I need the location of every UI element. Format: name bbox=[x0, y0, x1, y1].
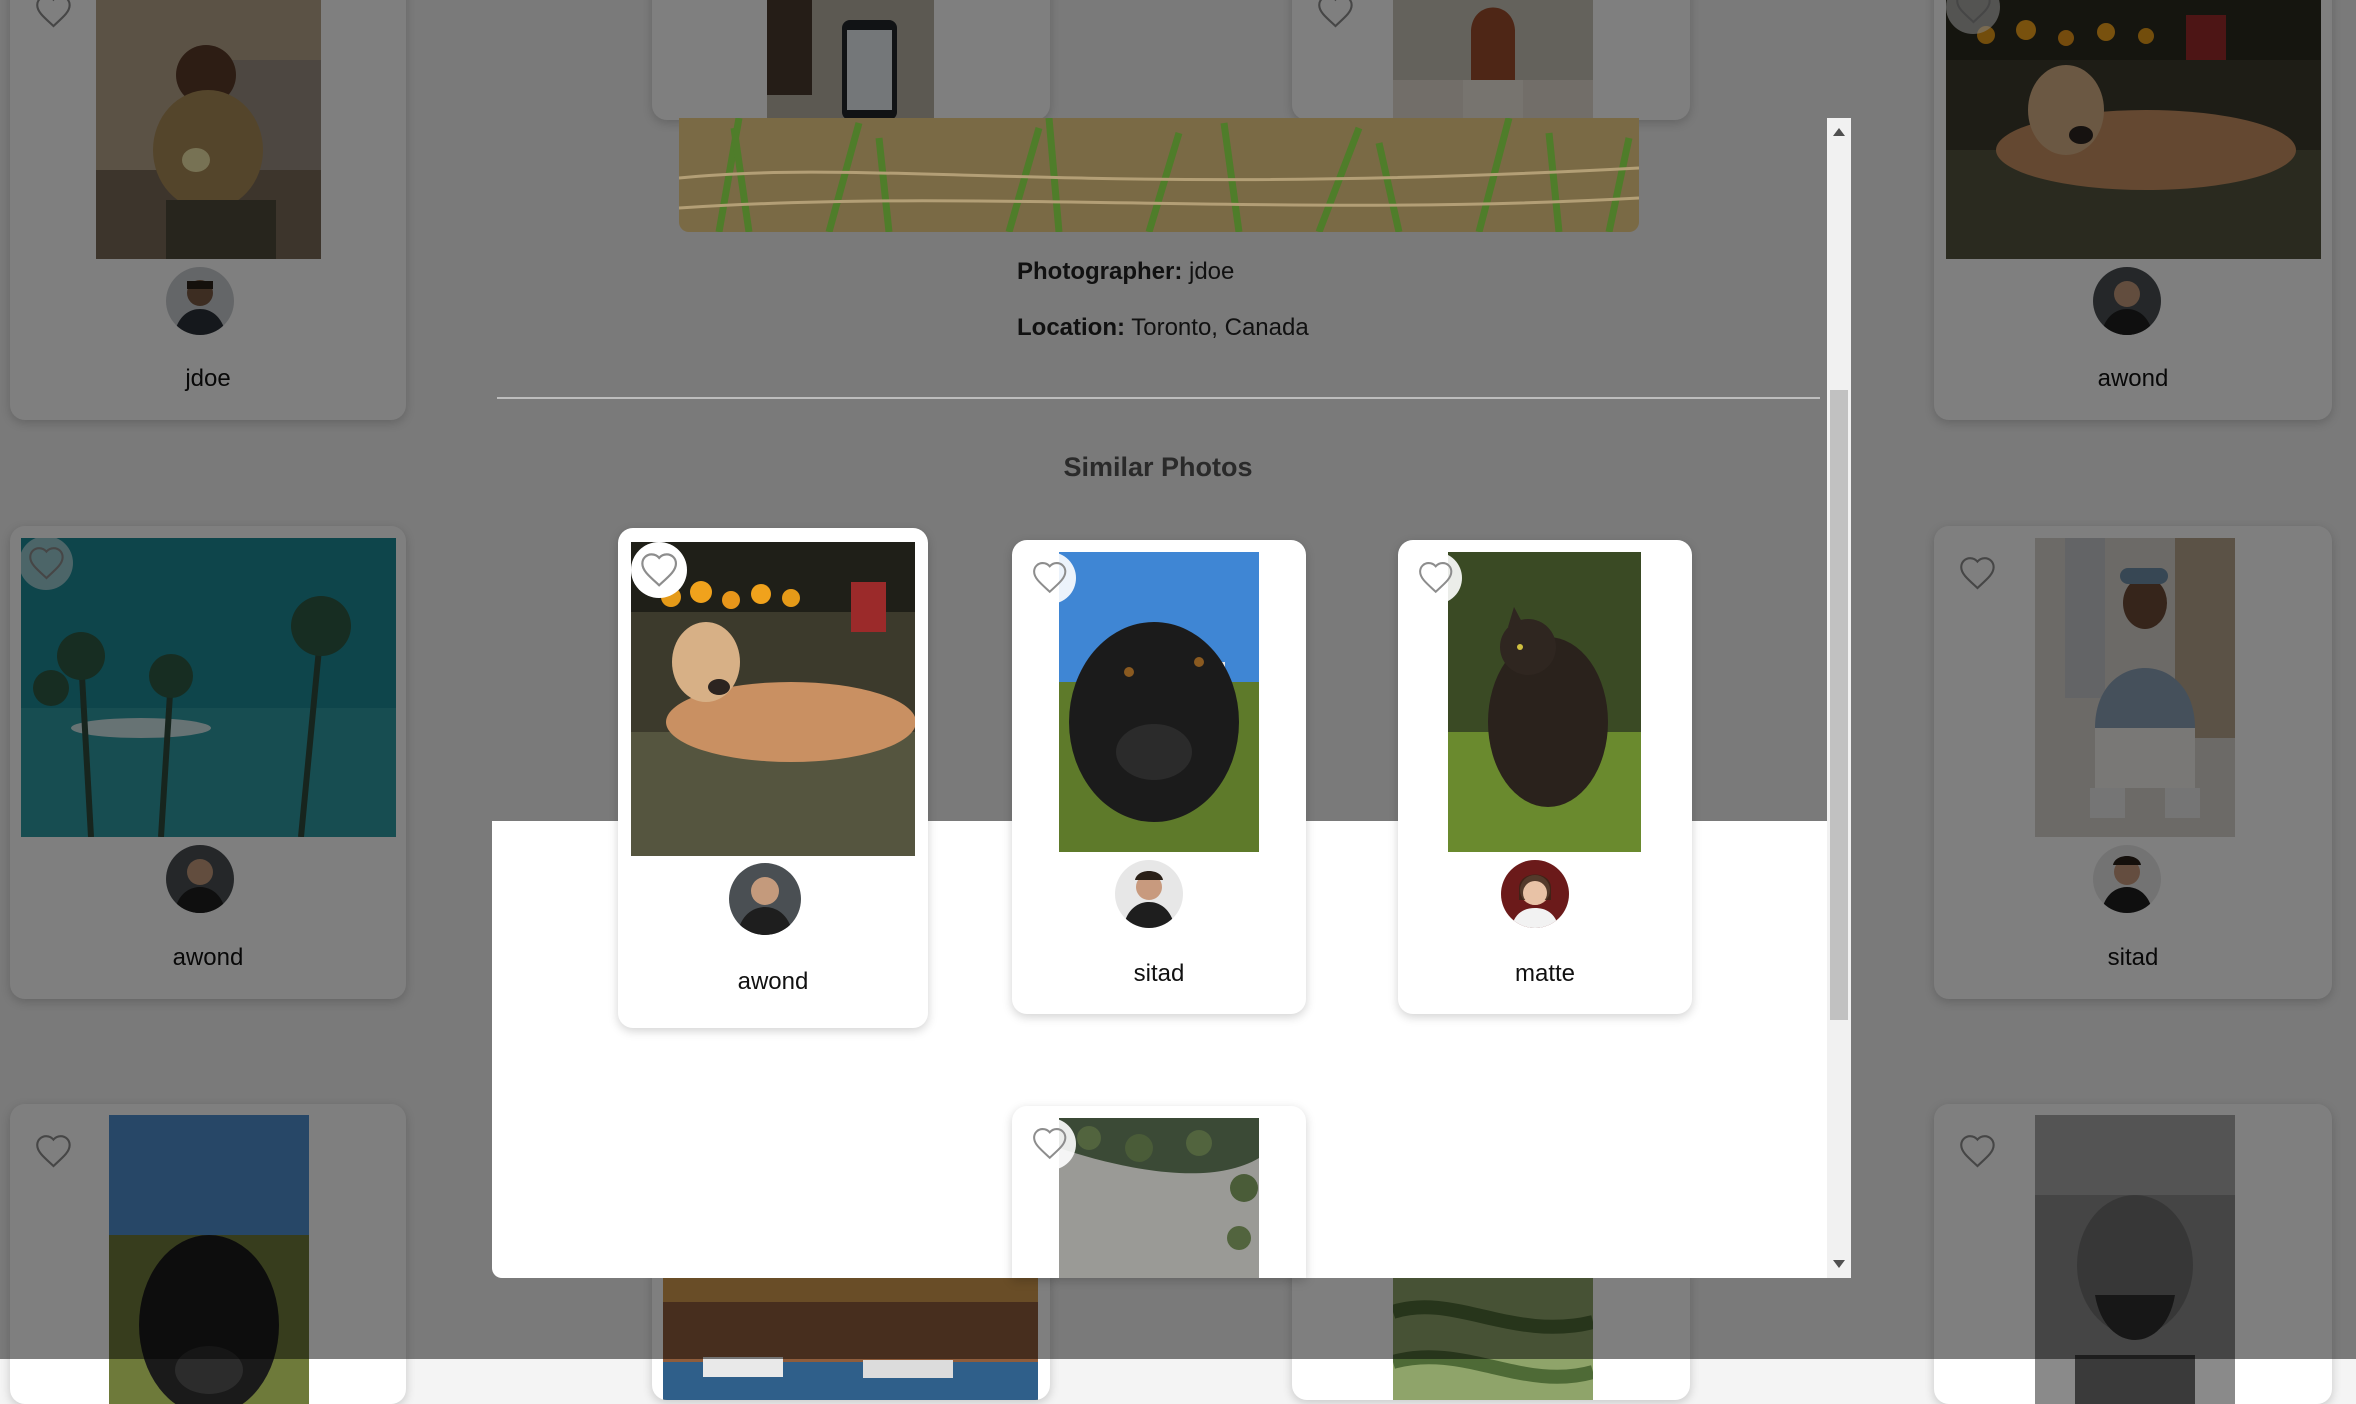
heart-icon[interactable] bbox=[1410, 552, 1462, 604]
card-username[interactable]: sitad bbox=[1012, 960, 1306, 988]
modal-edge bbox=[492, 821, 504, 1191]
card-photo[interactable] bbox=[1059, 1118, 1259, 1278]
modal-scrollbar[interactable] bbox=[1827, 118, 1851, 1278]
similar-photo-card[interactable]: awond bbox=[618, 528, 928, 1028]
avatar[interactable] bbox=[1501, 860, 1569, 928]
similar-photo-card[interactable]: sitad bbox=[1012, 540, 1306, 1014]
card-photo[interactable] bbox=[1059, 552, 1259, 852]
card-photo[interactable] bbox=[1448, 552, 1641, 852]
photographer-value[interactable]: jdoe bbox=[1189, 258, 1234, 285]
scroll-down-arrow-icon[interactable] bbox=[1833, 1260, 1845, 1268]
scroll-thumb[interactable] bbox=[1830, 390, 1848, 1020]
main-photo bbox=[679, 118, 1639, 232]
section-divider bbox=[497, 397, 1820, 399]
avatar[interactable] bbox=[729, 863, 801, 935]
location-info: Location: Toronto, Canada bbox=[1017, 314, 1309, 342]
location-value: Toronto, Canada bbox=[1131, 314, 1309, 341]
card-username[interactable]: matte bbox=[1398, 960, 1692, 988]
similar-photo-card[interactable]: matte bbox=[1398, 540, 1692, 1014]
photographer-label: Photographer: bbox=[1017, 258, 1183, 285]
avatar[interactable] bbox=[1115, 860, 1183, 928]
heart-icon[interactable] bbox=[1024, 1118, 1076, 1170]
scroll-up-arrow-icon[interactable] bbox=[1833, 128, 1845, 136]
heart-icon[interactable] bbox=[631, 542, 687, 598]
photographer-info: Photographer: jdoe bbox=[1017, 258, 1234, 286]
card-username[interactable]: awond bbox=[618, 968, 928, 996]
similar-photos-title: Similar Photos bbox=[1063, 452, 1253, 482]
location-label: Location: bbox=[1017, 314, 1125, 341]
similar-photo-card[interactable] bbox=[1012, 1106, 1306, 1278]
heart-icon[interactable] bbox=[1024, 552, 1076, 604]
